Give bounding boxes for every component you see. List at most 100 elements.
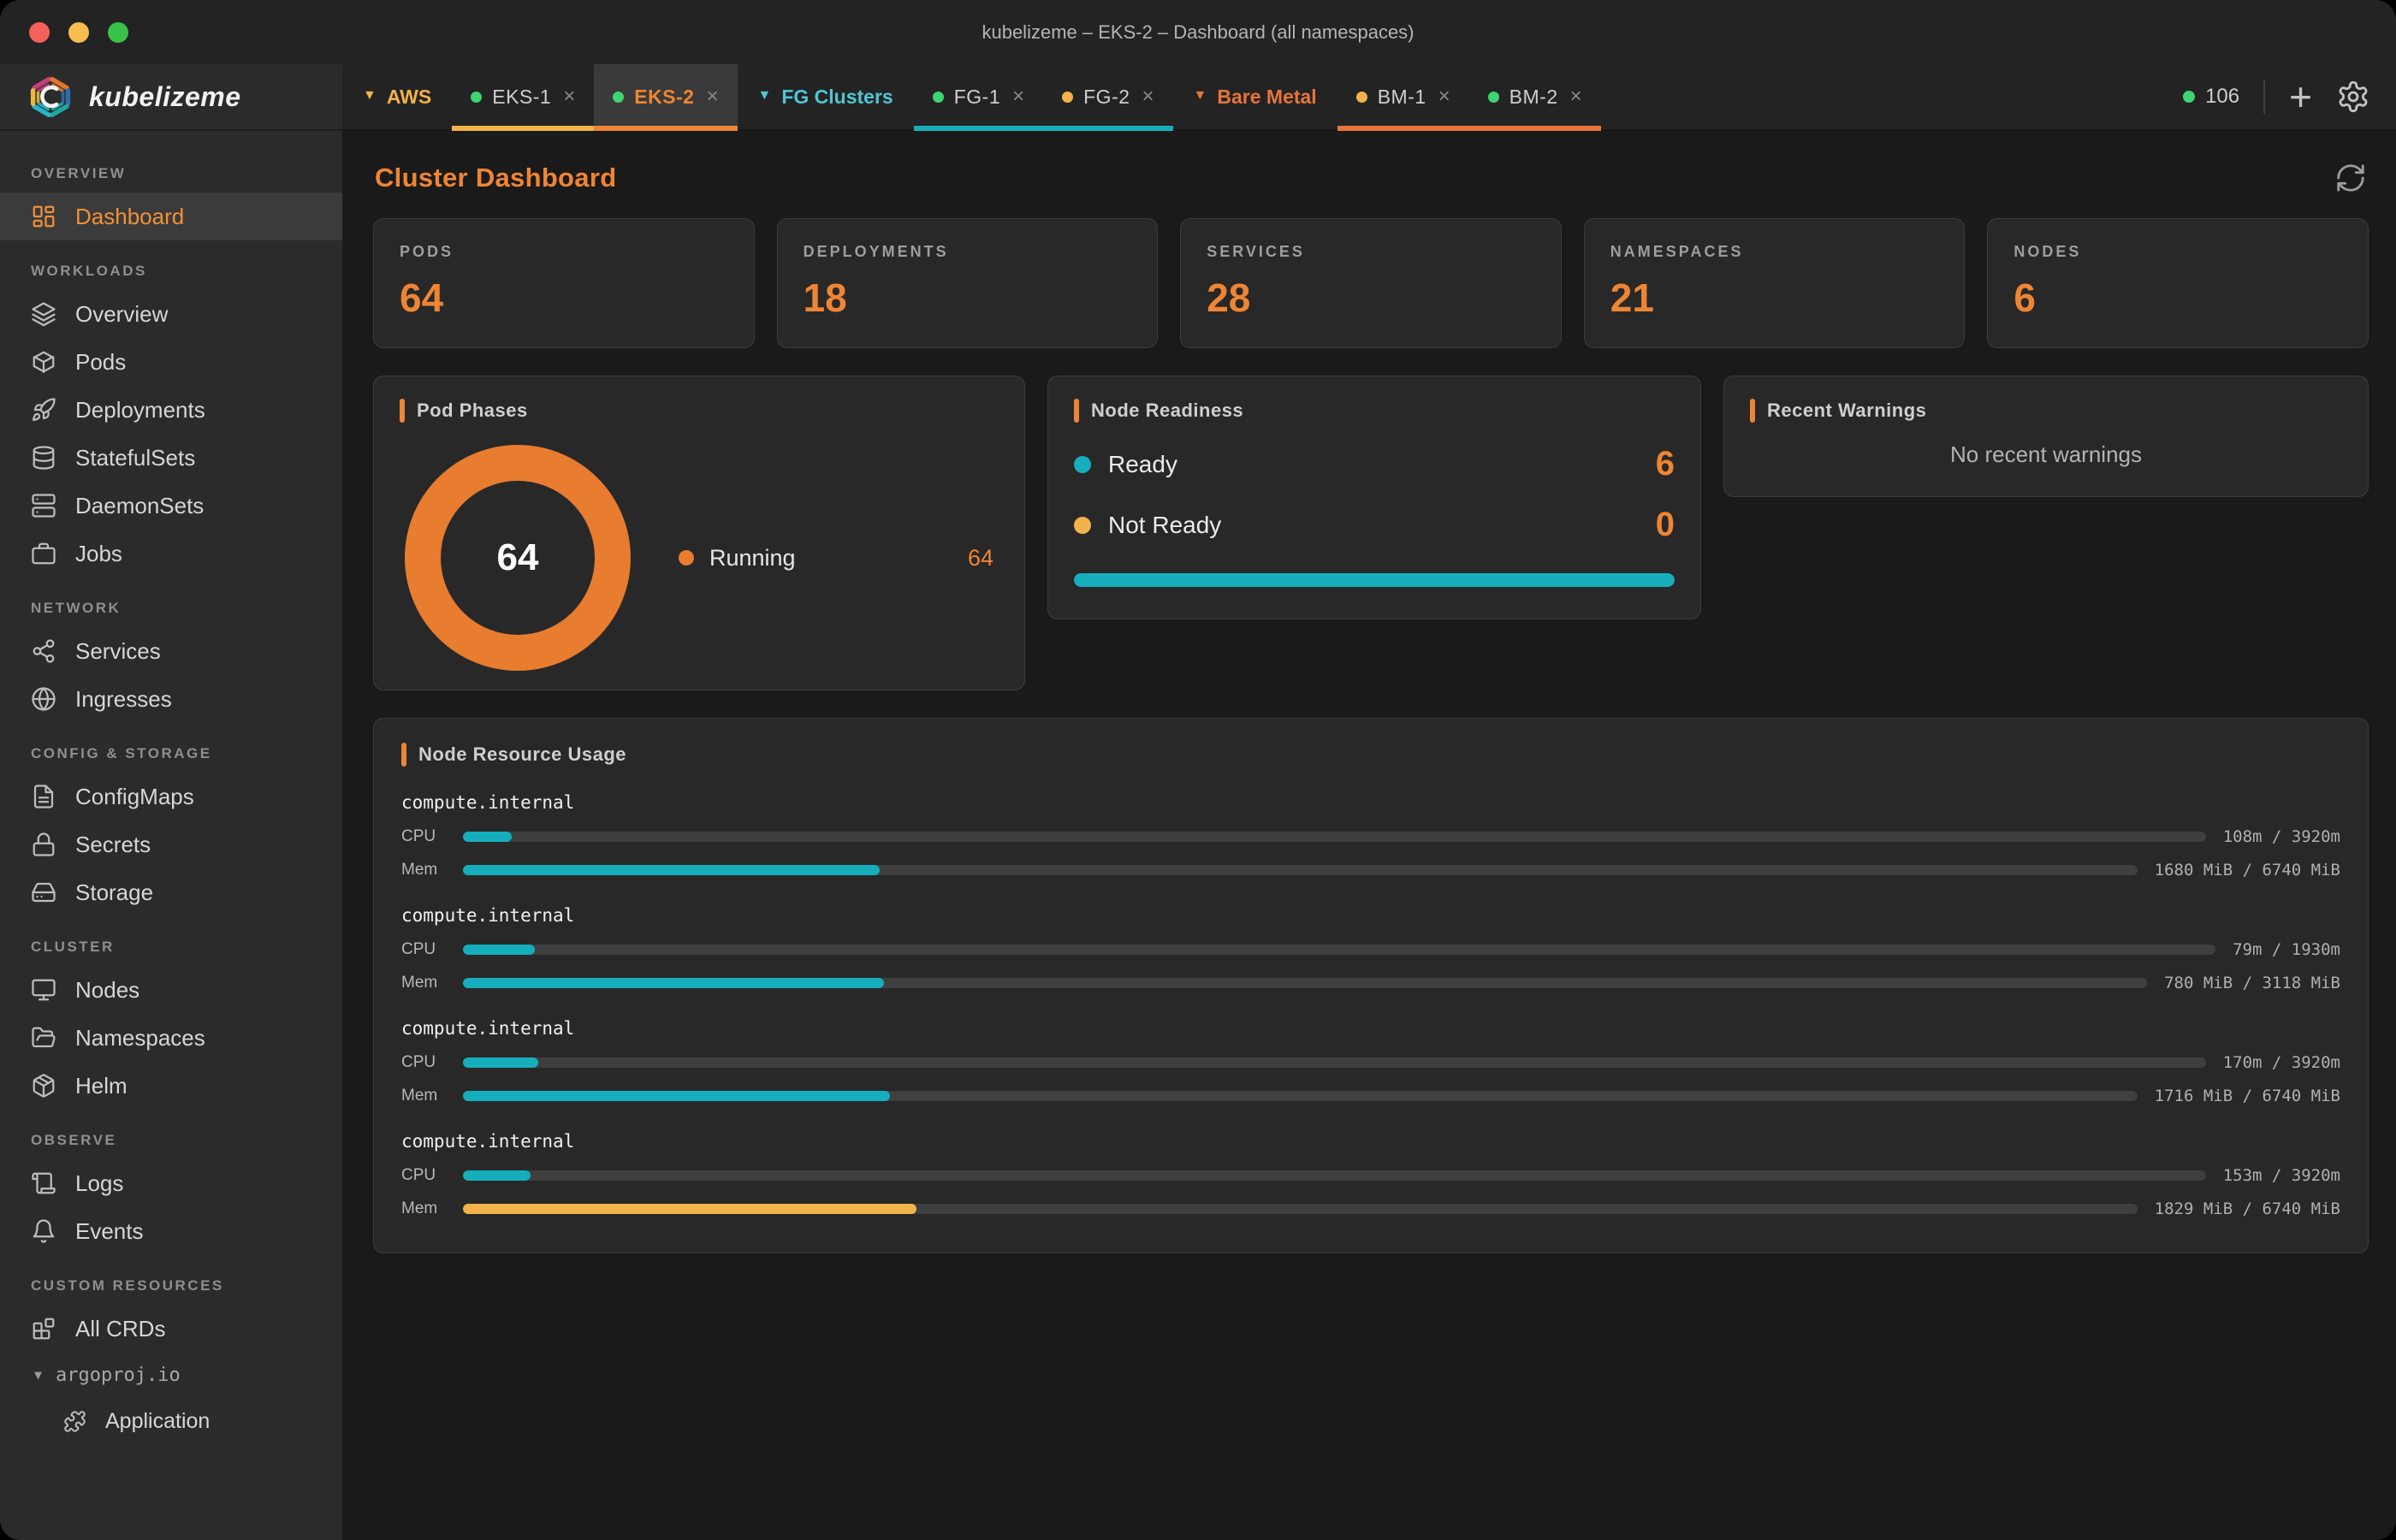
sidebar-item-services[interactable]: Services: [0, 627, 342, 675]
sidebar-item-events[interactable]: Events: [0, 1207, 342, 1255]
sidebar-item-nodes[interactable]: Nodes: [0, 966, 342, 1014]
chevron-down-icon: ▼: [363, 88, 377, 104]
resource-row-cpu: CPU 79m / 1930m: [401, 940, 2340, 959]
connected-status-dot: [2183, 91, 2195, 103]
sidebar-section-cluster: CLUSTER: [0, 916, 342, 966]
tab-group-aws[interactable]: ▼ AWS: [342, 64, 452, 129]
node-resource-usage-card: Node Resource Usage compute.internal CPU…: [373, 718, 2369, 1253]
sidebar-item-storage[interactable]: Storage: [0, 868, 342, 916]
crd-group-argoproj-io[interactable]: ▼ argoproj.io: [0, 1353, 342, 1397]
file-icon: [31, 784, 56, 809]
chevron-down-icon: ▼: [34, 1367, 42, 1383]
resource-value: 153m / 3920m: [2223, 1166, 2340, 1185]
readiness-label: Not Ready: [1108, 512, 1221, 539]
resource-count: 106: [2205, 85, 2239, 109]
close-tab-icon[interactable]: ×: [1142, 85, 1154, 109]
add-cluster-button[interactable]: +: [2289, 80, 2312, 114]
tab-eks-1[interactable]: EKS-1 ×: [452, 64, 594, 129]
pod-phases-body: 64 Running 64: [400, 445, 999, 671]
resource-bar-track: [463, 1204, 2138, 1214]
node-name: compute.internal: [401, 1131, 2340, 1152]
sidebar-item-dashboard[interactable]: Dashboard: [0, 192, 342, 240]
sidebar-item-label: Ingresses: [75, 686, 172, 713]
sidebar-item-pods[interactable]: Pods: [0, 338, 342, 386]
sidebar-item-label: Logs: [75, 1170, 123, 1197]
widgets-row: Pod Phases 64 Running 64 Node R: [373, 376, 2369, 690]
share-icon: [31, 638, 56, 664]
briefcase-icon: [31, 541, 56, 566]
servers-icon: [31, 493, 56, 518]
close-tab-icon[interactable]: ×: [1438, 85, 1450, 109]
cluster-status-dot: [471, 92, 482, 103]
sidebar-item-deployments[interactable]: Deployments: [0, 386, 342, 434]
resource-bar-fill: [463, 978, 884, 988]
gear-icon: [2336, 80, 2370, 114]
sidebar-item-secrets[interactable]: Secrets: [0, 820, 342, 868]
tab-underline: [1469, 126, 1601, 131]
sidebar-item-logs[interactable]: Logs: [0, 1159, 342, 1207]
tab-underline: [1337, 126, 1469, 131]
minimize-window-button[interactable]: [68, 22, 89, 43]
sidebar-item-configmaps[interactable]: ConfigMaps: [0, 773, 342, 820]
pod-phases-card: Pod Phases 64 Running 64: [373, 376, 1025, 690]
tab-eks-2[interactable]: EKS-2 ×: [594, 64, 737, 129]
pod-total: 64: [497, 536, 539, 579]
tab-group-label: FG Clusters: [781, 86, 893, 109]
refresh-icon: [2334, 162, 2367, 194]
stat-value: 6: [2013, 275, 2342, 321]
app-window: kubelizeme – EKS-2 – Dashboard (all name…: [0, 0, 2396, 1540]
refresh-button[interactable]: [2334, 162, 2367, 194]
close-window-button[interactable]: [29, 22, 50, 43]
maximize-window-button[interactable]: [108, 22, 128, 43]
settings-button[interactable]: [2336, 80, 2370, 114]
close-tab-icon[interactable]: ×: [706, 85, 718, 109]
body-row: OVERVIEW Dashboard WORKLOADS Overview Po…: [0, 131, 2396, 1540]
close-tab-icon[interactable]: ×: [1570, 85, 1582, 109]
tab-group-label: AWS: [387, 86, 431, 109]
card-title: Recent Warnings: [1767, 400, 1926, 422]
card-header: Recent Warnings: [1750, 399, 2342, 423]
sidebar-section-config-storage: CONFIG & STORAGE: [0, 723, 342, 773]
chevron-down-icon: ▼: [1194, 88, 1207, 104]
sidebar-item-ingresses[interactable]: Ingresses: [0, 675, 342, 723]
sidebar-item-label: Storage: [75, 880, 153, 906]
layers-icon: [31, 301, 56, 327]
tab-group-label: Bare Metal: [1217, 86, 1316, 109]
folder-icon: [31, 1025, 56, 1051]
node-readiness-rows: Ready 6 Not Ready 0: [1074, 445, 1675, 544]
close-tab-icon[interactable]: ×: [1012, 85, 1024, 109]
node-usage-list: compute.internal CPU 108m / 3920m Mem 16…: [401, 792, 2340, 1218]
resource-label: Mem: [401, 1199, 446, 1218]
pod-phases-legend: Running 64: [679, 545, 999, 572]
tab-bm-1[interactable]: BM-1 ×: [1337, 64, 1469, 129]
tab-fg-1[interactable]: FG-1 ×: [914, 64, 1043, 129]
resource-value: 1829 MiB / 6740 MiB: [2155, 1199, 2340, 1218]
resource-bar-fill: [463, 1057, 538, 1068]
resource-count-badge: 106: [2183, 85, 2239, 109]
node-usage-block: compute.internal CPU 108m / 3920m Mem 16…: [401, 792, 2340, 880]
page-header: Cluster Dashboard: [375, 162, 2367, 194]
sidebar-item-daemonsets[interactable]: DaemonSets: [0, 482, 342, 530]
tab-group-bare-metal[interactable]: ▼ Bare Metal: [1173, 64, 1337, 129]
crd-group-label: argoproj.io: [56, 1365, 181, 1386]
sidebar-item-all-crds[interactable]: All CRDs: [0, 1305, 342, 1353]
tab-fg-2[interactable]: FG-2 ×: [1043, 64, 1172, 129]
resource-value: 108m / 3920m: [2223, 827, 2340, 846]
tab-bar: ▼ AWS EKS-1 × EKS-2 × ▼ FG Clusters FG-1: [342, 64, 2396, 131]
sidebar-item-namespaces[interactable]: Namespaces: [0, 1014, 342, 1062]
recent-warnings-card: Recent Warnings No recent warnings: [1723, 376, 2369, 497]
tab-group-fg-clusters[interactable]: ▼ FG Clusters: [738, 64, 914, 129]
sidebar-item-helm[interactable]: Helm: [0, 1062, 342, 1110]
sidebar-item-overview[interactable]: Overview: [0, 290, 342, 338]
sidebar-item-statefulsets[interactable]: StatefulSets: [0, 434, 342, 482]
close-tab-icon[interactable]: ×: [563, 85, 575, 109]
tab-bm-2[interactable]: BM-2 ×: [1469, 64, 1601, 129]
sidebar-item-label: ConfigMaps: [75, 784, 194, 810]
window-title: kubelizeme – EKS-2 – Dashboard (all name…: [982, 0, 1414, 64]
dashboard-icon: [31, 204, 56, 229]
tab-underline: [594, 126, 737, 131]
sidebar-item-jobs[interactable]: Jobs: [0, 530, 342, 578]
titlebar: kubelizeme – EKS-2 – Dashboard (all name…: [0, 0, 2396, 64]
node-usage-block: compute.internal CPU 170m / 3920m Mem 17…: [401, 1018, 2340, 1105]
sidebar-item-application[interactable]: Application: [0, 1397, 342, 1445]
